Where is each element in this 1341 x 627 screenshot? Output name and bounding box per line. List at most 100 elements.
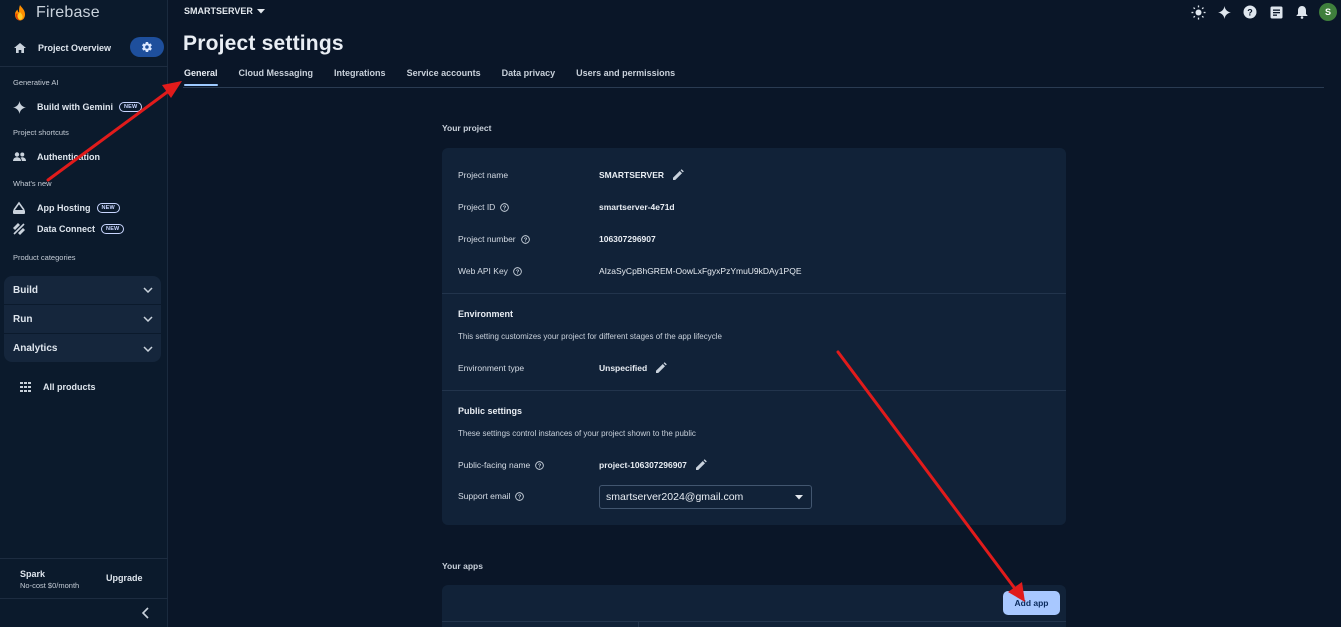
your-project-heading: Your project	[442, 123, 492, 133]
hosting-icon	[12, 201, 26, 215]
edit-icon[interactable]	[695, 459, 707, 471]
tab-cloud-messaging[interactable]: Cloud Messaging	[239, 68, 314, 86]
public-settings-heading: Public settings	[458, 406, 523, 416]
tab-general[interactable]: General	[184, 68, 218, 86]
sidebar-item-app-hosting[interactable]: App Hosting NEW	[0, 198, 168, 218]
field-label: Environment type	[458, 363, 525, 373]
new-badge: NEW	[96, 203, 120, 213]
grid-icon	[20, 382, 31, 392]
sidebar-item-label: Authentication	[37, 152, 100, 162]
category-analytics[interactable]: Analytics	[4, 334, 161, 362]
card-divider	[442, 390, 1066, 391]
settings-button[interactable]	[130, 37, 164, 57]
tab-users-and-permissions[interactable]: Users and permissions	[576, 68, 675, 86]
caret-down-icon	[256, 8, 265, 13]
sidebar-item-label: Build with Gemini	[37, 102, 113, 112]
category-label: Build	[13, 284, 38, 296]
project-overview-item[interactable]: Project Overview	[0, 35, 168, 61]
section-product-categories: Product categories	[13, 253, 76, 262]
field-value: SMARTSERVER	[599, 170, 665, 180]
bell-icon[interactable]	[1289, 2, 1315, 22]
plan-description: No-cost $0/month	[20, 581, 80, 590]
help-circle-icon[interactable]: ?	[515, 491, 525, 501]
all-products-item[interactable]: All products	[0, 378, 96, 396]
firebase-flame-icon	[15, 5, 25, 21]
tabs-divider	[183, 87, 1324, 88]
your-project-card: Project name SMARTSERVER Project ID ? sm…	[442, 148, 1066, 525]
theme-icon[interactable]	[1185, 2, 1211, 22]
chevron-down-icon	[143, 345, 153, 352]
edit-icon[interactable]	[655, 362, 667, 374]
category-label: Run	[13, 313, 33, 325]
sidebar-item-build-with-gemini[interactable]: Build with Gemini NEW	[0, 97, 168, 117]
help-circle-icon[interactable]: ?	[535, 460, 545, 470]
tab-integrations[interactable]: Integrations	[334, 68, 386, 86]
category-run[interactable]: Run	[4, 305, 161, 334]
tab-service-accounts[interactable]: Service accounts	[407, 68, 481, 86]
new-badge: NEW	[101, 224, 125, 234]
settings-tabs: General Cloud Messaging Integrations Ser…	[184, 68, 696, 86]
public-facing-name-row: Public-facing name ? project-10630729690…	[458, 458, 1058, 472]
sidebar-divider	[0, 66, 168, 67]
project-switcher[interactable]: SMARTSERVER	[184, 6, 265, 16]
page-title: Project settings	[183, 32, 344, 55]
sidebar-item-label: Data Connect	[37, 224, 96, 234]
all-products-label: All products	[43, 382, 96, 392]
svg-text:?: ?	[503, 205, 507, 211]
field-value: smartserver-4e71d	[599, 202, 675, 212]
category-label: Analytics	[13, 343, 58, 354]
field-label: Public-facing name	[458, 460, 531, 470]
support-email-value: smartserver2024@gmail.com	[606, 491, 744, 503]
firebase-logo[interactable]: Firebase	[12, 3, 100, 23]
section-project-shortcuts: Project shortcuts	[13, 128, 69, 137]
top-actions: ? S	[1185, 2, 1341, 22]
sidebar-item-authentication[interactable]: Authentication	[0, 147, 168, 167]
chevron-down-icon	[143, 316, 153, 322]
support-email-select[interactable]: smartserver2024@gmail.com	[599, 485, 812, 509]
product-categories: Build Run Analytics	[4, 276, 161, 362]
sidebar-item-data-connect[interactable]: Data Connect NEW	[0, 219, 168, 239]
chevron-left-icon[interactable]	[140, 606, 152, 620]
project-id-row: Project ID ? smartserver-4e71d	[458, 200, 1058, 214]
environment-heading: Environment	[458, 309, 514, 319]
svg-text:?: ?	[518, 494, 522, 500]
sidebar-divider	[0, 598, 168, 599]
svg-text:?: ?	[516, 269, 520, 275]
sparkle-icon	[12, 100, 26, 114]
column-divider	[638, 621, 639, 627]
public-settings-description: These settings control instances of your…	[458, 429, 696, 438]
help-circle-icon[interactable]: ?	[500, 202, 510, 212]
category-build[interactable]: Build	[4, 276, 161, 305]
notes-icon[interactable]	[1263, 2, 1289, 22]
section-generative-ai: Generative AI	[13, 78, 59, 87]
project-number-row: Project number ? 106307296907	[458, 232, 1058, 246]
your-apps-card: Add app	[442, 585, 1066, 627]
plan-info: Spark No-cost $0/month	[20, 569, 79, 590]
environment-type-row: Environment type Unspecified	[458, 361, 1058, 375]
data-connect-icon	[12, 222, 26, 236]
card-divider	[442, 621, 1066, 622]
field-label: Project number	[458, 234, 516, 244]
avatar[interactable]: S	[1319, 3, 1337, 21]
help-circle-icon[interactable]: ?	[513, 266, 522, 276]
field-label: Project name	[458, 170, 509, 180]
svg-text:?: ?	[538, 463, 542, 469]
field-value: AIzaSyCpBhGREM-OowLxFgyxPzYmuU9kDAy1PQE	[599, 266, 802, 276]
your-apps-heading: Your apps	[442, 561, 483, 571]
caret-down-icon	[795, 494, 803, 499]
project-name-row: Project name SMARTSERVER	[458, 168, 1058, 182]
edit-icon[interactable]	[672, 169, 684, 181]
gemini-icon[interactable]	[1211, 2, 1237, 22]
section-whats-new: What's new	[13, 179, 52, 188]
brand-name: Firebase	[36, 4, 100, 21]
tab-data-privacy[interactable]: Data privacy	[502, 68, 556, 86]
help-circle-icon[interactable]: ?	[520, 234, 530, 244]
sidebar: Firebase Project Overview Generative AI …	[0, 0, 168, 627]
people-icon	[12, 150, 26, 164]
chevron-down-icon	[143, 287, 153, 293]
sidebar-divider	[0, 558, 168, 559]
help-icon[interactable]: ?	[1237, 2, 1263, 22]
add-app-button[interactable]: Add app	[1003, 591, 1060, 615]
plan-name: Spark	[20, 569, 46, 579]
upgrade-button[interactable]: Upgrade	[106, 573, 143, 583]
